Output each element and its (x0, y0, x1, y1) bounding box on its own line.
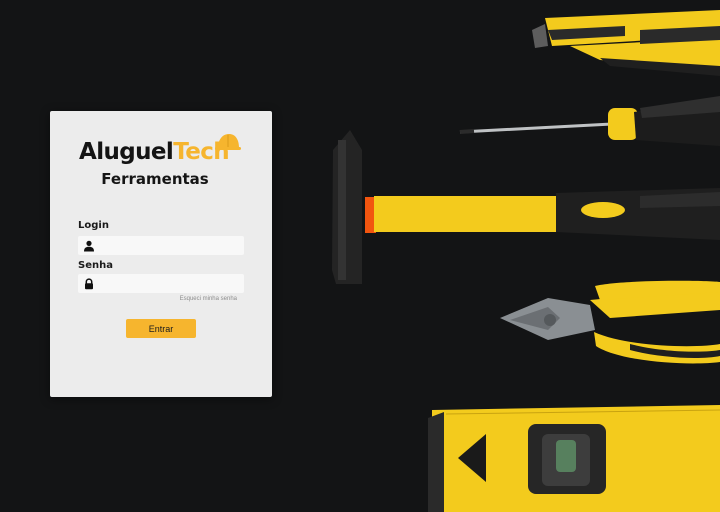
user-icon (84, 240, 94, 251)
brand-name: AluguelTech (79, 138, 230, 166)
lock-icon (85, 277, 93, 289)
login-input[interactable] (95, 236, 244, 255)
senha-input[interactable] (95, 274, 244, 293)
login-label: Login (78, 220, 109, 231)
senha-label: Senha (78, 260, 113, 271)
forgot-password-link[interactable]: Esqueci minha senha (180, 296, 237, 302)
login-field[interactable] (78, 236, 244, 255)
spirit-level-illustration (428, 405, 720, 512)
login-card: AluguelTech Ferramentas Login Senha Esqu… (50, 111, 272, 397)
brand-logo: AluguelTech Ferramentas (50, 111, 272, 201)
hard-hat-icon (215, 134, 241, 150)
brand-subtitle: Ferramentas (101, 170, 209, 188)
senha-field[interactable] (78, 274, 244, 293)
brand-name-part1: Aluguel (79, 139, 174, 165)
entrar-button[interactable]: Entrar (126, 319, 196, 338)
